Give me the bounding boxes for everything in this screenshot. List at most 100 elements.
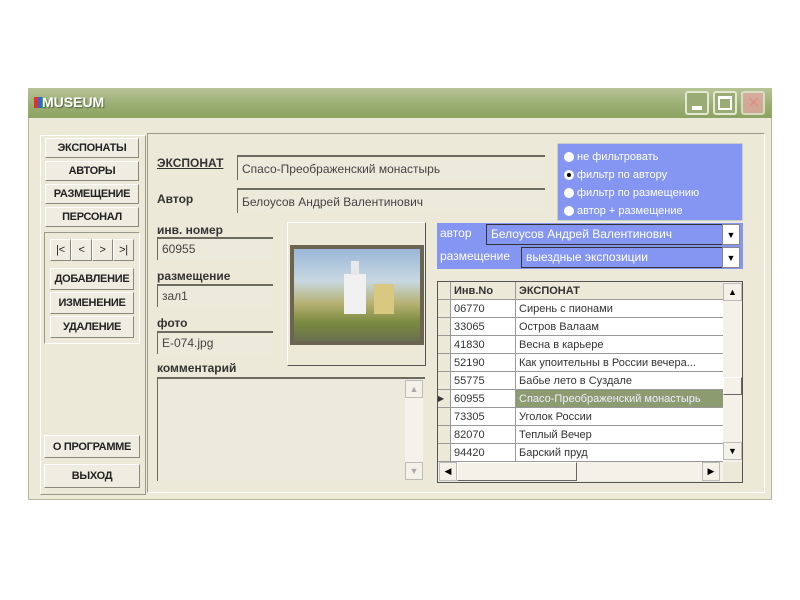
chevron-down-icon[interactable]: ▼ — [722, 224, 740, 245]
add-button[interactable]: ДОБАВЛЕНИЕ — [50, 268, 134, 290]
placement-field[interactable]: зал1 — [157, 284, 273, 307]
exhibit-photo — [290, 245, 424, 345]
delete-button[interactable]: УДАЛЕНИЕ — [50, 316, 134, 338]
cell-inv[interactable]: 73305 — [450, 407, 516, 426]
authors-button[interactable]: АВТОРЫ — [45, 161, 139, 181]
radio-icon — [564, 188, 574, 198]
row-indicator[interactable] — [438, 299, 451, 318]
cell-inv[interactable]: 60955 — [450, 389, 516, 408]
radio-icon — [564, 152, 574, 162]
cell-exhibit[interactable]: Теплый Вечер — [515, 425, 724, 444]
row-indicator[interactable] — [438, 425, 451, 444]
cell-inv[interactable]: 55775 — [450, 371, 516, 390]
filter-placement-select[interactable]: выездные экспозиции — [521, 247, 722, 268]
table-row[interactable]: 82070 Теплый Вечер — [438, 425, 724, 444]
scroll-right-icon[interactable]: ▶ — [702, 462, 720, 481]
row-indicator[interactable] — [438, 371, 451, 390]
table-row[interactable]: 73305 Уголок России — [438, 407, 724, 426]
author-label: Автор — [157, 192, 194, 206]
cell-inv[interactable]: 82070 — [450, 425, 516, 444]
cell-exhibit[interactable]: Остров Валаам — [515, 317, 724, 336]
scroll-down-icon[interactable]: ▼ — [405, 462, 423, 480]
author-field[interactable]: Белоусов Андрей Валентинович — [237, 188, 545, 213]
column-header-exhibit[interactable]: ЭКСПОНАТ — [515, 282, 724, 300]
table-row[interactable]: ▶ 60955 Спасо-Преображенский монастырь — [438, 389, 724, 408]
table-row[interactable]: 52190 Как упоительны в России вечера... — [438, 353, 724, 372]
radio-label: фильтр по размещению — [577, 187, 700, 199]
inv-number-label: инв. номер — [157, 223, 223, 237]
photo-frame — [287, 222, 426, 366]
maximize-button[interactable] — [713, 91, 737, 115]
scroll-thumb[interactable] — [723, 377, 742, 395]
table-row[interactable]: 33065 Остров Валаам — [438, 317, 724, 336]
row-indicator[interactable] — [438, 317, 451, 336]
row-indicator[interactable] — [438, 407, 451, 426]
cell-exhibit[interactable]: Сирень с пионами — [515, 299, 724, 318]
close-button[interactable]: ✕ — [741, 91, 765, 115]
next-record-button[interactable]: > — [92, 239, 113, 261]
scroll-up-icon[interactable]: ▲ — [723, 283, 742, 301]
minimize-button[interactable] — [685, 91, 709, 115]
table-row[interactable]: 94420 Барский пруд — [438, 443, 724, 462]
title-bar[interactable]: MUSEUM ✕ — [28, 88, 772, 118]
radio-filter-placement[interactable]: фильтр по размещению — [564, 184, 736, 202]
row-indicator-icon[interactable]: ▶ — [438, 389, 451, 408]
comment-label: комментарий — [157, 361, 237, 375]
exhibit-field[interactable]: Спасо-Преображенский монастырь — [237, 155, 545, 180]
cell-exhibit[interactable]: Весна в карьере — [515, 335, 724, 354]
cell-inv[interactable]: 06770 — [450, 299, 516, 318]
filter-author-select[interactable]: Белоусов Андрей Валентинович — [486, 224, 722, 245]
cell-exhibit[interactable]: Барский пруд — [515, 443, 724, 462]
radio-no-filter[interactable]: не фильтровать — [564, 148, 736, 166]
scroll-down-icon[interactable]: ▼ — [723, 442, 742, 460]
scroll-up-icon[interactable]: ▲ — [405, 380, 423, 398]
radio-icon — [564, 206, 574, 216]
exhibits-grid: Инв.No ЭКСПОНАТ 06770 Сирень с пионами 3306… — [437, 281, 743, 483]
edit-button[interactable]: ИЗМЕНЕНИЕ — [50, 292, 134, 314]
placement-button[interactable]: РАЗМЕЩЕНИЕ — [45, 184, 139, 204]
exit-button[interactable]: ВЫХОД — [44, 464, 140, 488]
chevron-down-icon[interactable]: ▼ — [722, 247, 740, 268]
cell-inv[interactable]: 33065 — [450, 317, 516, 336]
row-indicator[interactable] — [438, 335, 451, 354]
row-indicator[interactable] — [438, 353, 451, 372]
table-row[interactable]: 06770 Сирень с пионами — [438, 299, 724, 318]
cell-inv[interactable]: 41830 — [450, 335, 516, 354]
filter-author-label: автор — [440, 226, 472, 240]
cell-inv[interactable]: 52190 — [450, 353, 516, 372]
grid-hscrollbar[interactable]: ◀ ▶ — [438, 462, 723, 481]
about-button[interactable]: О ПРОГРАММЕ — [44, 435, 140, 458]
photo-label: фото — [157, 316, 188, 330]
first-record-button[interactable]: |< — [50, 239, 71, 261]
filter-radio-group: не фильтровать фильтр по автору фильтр п… — [557, 143, 743, 221]
radio-author-placement[interactable]: автор + размещение — [564, 202, 736, 220]
radio-label: автор + размещение — [577, 205, 683, 217]
inv-number-field[interactable]: 60955 — [157, 237, 273, 260]
comment-textarea[interactable] — [157, 377, 425, 481]
row-indicator[interactable] — [438, 443, 451, 462]
prev-record-button[interactable]: < — [71, 239, 92, 261]
cell-exhibit[interactable]: Спасо-Преображенский монастырь — [515, 389, 724, 408]
close-icon: ✕ — [747, 95, 761, 112]
table-row[interactable]: 41830 Весна в карьере — [438, 335, 724, 354]
comment-scrollbar[interactable]: ▲ ▼ — [405, 380, 423, 480]
radio-checked-icon — [564, 170, 574, 180]
table-row[interactable]: 55775 Бабье лето в Суздале — [438, 371, 724, 390]
photo-field[interactable]: E-074.jpg — [157, 331, 273, 354]
cell-exhibit[interactable]: Уголок России — [515, 407, 724, 426]
grid-vscrollbar[interactable]: ▲ ▼ — [723, 282, 742, 462]
column-header-inv[interactable]: Инв.No — [450, 282, 516, 300]
staff-button[interactable]: ПЕРСОНАЛ — [45, 207, 139, 227]
cell-inv[interactable]: 94420 — [450, 443, 516, 462]
exhibits-button[interactable]: ЭКСПОНАТЫ — [45, 138, 139, 158]
scroll-thumb[interactable] — [457, 462, 577, 481]
radio-filter-author[interactable]: фильтр по автору — [564, 166, 736, 184]
filter-placement-label: размещение — [440, 249, 511, 263]
last-record-button[interactable]: >| — [113, 239, 134, 261]
placement-label: размещение — [157, 269, 231, 283]
cell-exhibit[interactable]: Как упоительны в России вечера... — [515, 353, 724, 372]
cell-exhibit[interactable]: Бабье лето в Суздале — [515, 371, 724, 390]
window-title: MUSEUM — [42, 94, 105, 110]
scroll-left-icon[interactable]: ◀ — [439, 462, 457, 481]
radio-label: фильтр по автору — [577, 169, 668, 181]
